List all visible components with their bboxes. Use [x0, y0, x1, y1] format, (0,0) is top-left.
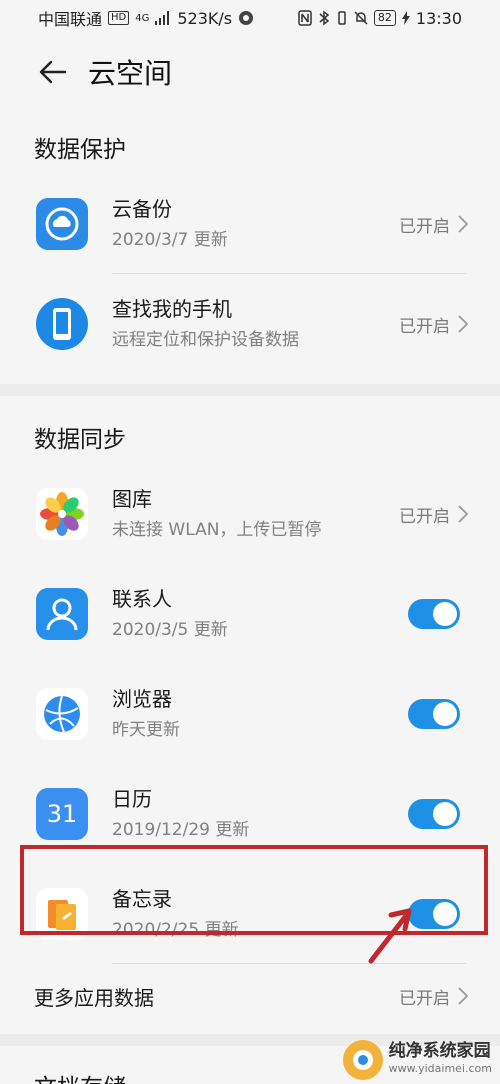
chevron-right-icon: [458, 215, 468, 233]
screen: 中国联通 HD 4G 523K/s 82 13:30 云空间 数据保护 云备份 …: [0, 0, 500, 1084]
status-bar: 中国联通 HD 4G 523K/s 82 13:30: [0, 0, 500, 36]
item-status: 已开启: [399, 316, 450, 337]
section-title-protection: 数据保护: [34, 137, 126, 163]
annotation-arrow-icon: [368, 908, 412, 964]
item-subtitle: 昨天更新: [112, 720, 180, 740]
chevron-right-icon: [458, 987, 468, 1005]
list-item-find-phone[interactable]: 查找我的手机 远程定位和保护设备数据 已开启: [0, 274, 500, 374]
mute-icon: [354, 11, 368, 25]
charging-icon: [401, 11, 410, 25]
clock: 13:30: [415, 8, 462, 28]
item-title: 图库: [112, 487, 152, 511]
speed-label: 523K/s: [177, 8, 233, 28]
list-item-gallery[interactable]: 图库 未连接 WLAN，上传已暂停 已开启: [0, 464, 500, 564]
bluetooth-icon: [319, 10, 330, 26]
battery-indicator: 82: [373, 10, 396, 26]
item-subtitle: 未连接 WLAN，上传已暂停: [112, 520, 322, 540]
app-notification-icon: [239, 11, 254, 25]
highlight-box: [20, 845, 488, 935]
list-item-cloud-backup[interactable]: 云备份 2020/3/7 更新 已开启: [0, 174, 500, 274]
item-title: 查找我的手机: [112, 297, 232, 321]
sync-list: 图库 未连接 WLAN，上传已暂停 已开启 联系人 2020/3/5 更新 浏览…: [0, 464, 500, 1028]
section-divider: [0, 384, 500, 396]
battery-level: 82: [373, 10, 396, 26]
browser-sync-toggle[interactable]: [408, 699, 460, 729]
cloud-backup-icon: [36, 198, 88, 250]
back-button[interactable]: [36, 55, 70, 89]
hd-badge: HD: [108, 11, 130, 25]
item-title: 云备份: [112, 197, 172, 221]
item-subtitle: 2020/3/5 更新: [112, 620, 228, 640]
item-status: 已开启: [399, 506, 450, 527]
item-title: 联系人: [112, 587, 172, 611]
watermark: 纯净系统家园 www.yidaimei.com: [342, 1040, 492, 1080]
network-label: 4G: [135, 12, 150, 24]
item-title: 更多应用数据: [34, 985, 154, 1010]
contacts-icon: [36, 588, 88, 640]
carrier-label: 中国联通: [38, 10, 103, 29]
chevron-right-icon: [458, 315, 468, 333]
item-subtitle: 2019/12/29 更新: [112, 820, 250, 840]
gallery-icon: [36, 488, 88, 540]
chevron-right-icon: [458, 505, 468, 523]
item-status: 已开启: [399, 988, 450, 1009]
watermark-name: 纯净系统家园: [388, 1041, 491, 1061]
signal-icon: [155, 11, 170, 25]
app-header: 云空间: [0, 36, 500, 108]
nfc-icon: [298, 10, 312, 26]
contacts-sync-toggle[interactable]: [408, 599, 460, 629]
calendar-sync-toggle[interactable]: [408, 799, 460, 829]
item-status: 已开启: [399, 216, 450, 237]
item-subtitle: 远程定位和保护设备数据: [112, 330, 299, 350]
find-phone-icon: [36, 298, 88, 350]
vibrate-icon: [338, 11, 346, 25]
watermark-logo-icon: [342, 1040, 383, 1080]
item-title: 日历: [112, 787, 152, 811]
item-title: 浏览器: [112, 687, 172, 711]
calendar-icon: 31: [36, 788, 88, 840]
calendar-day: 31: [46, 800, 78, 828]
page-title: 云空间: [88, 57, 173, 90]
list-item-more-app-data[interactable]: 更多应用数据 已开启: [0, 964, 500, 1028]
back-arrow-icon: [39, 60, 67, 84]
item-subtitle: 2020/3/7 更新: [112, 230, 228, 250]
section-title-sync: 数据同步: [34, 427, 126, 453]
browser-icon: [36, 688, 88, 740]
list-item-browser: 浏览器 昨天更新: [0, 664, 500, 764]
watermark-url: www.yidaimei.com: [388, 1062, 492, 1075]
protection-list: 云备份 2020/3/7 更新 已开启 查找我的手机 远程定位和保护设备数据 已…: [0, 174, 500, 374]
list-item-contacts: 联系人 2020/3/5 更新: [0, 564, 500, 664]
